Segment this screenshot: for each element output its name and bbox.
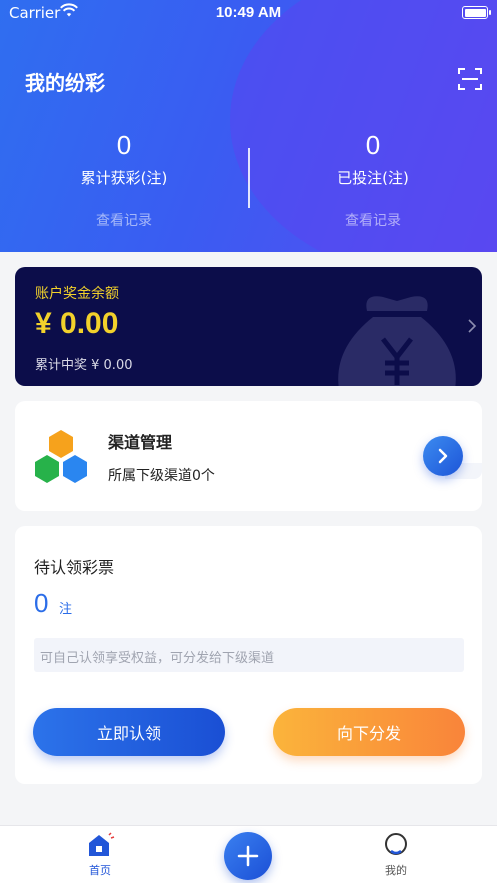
claim-button[interactable]: 立即认领 — [33, 708, 225, 756]
stat-label: 已投注(注) — [337, 169, 409, 187]
battery-icon — [462, 6, 491, 19]
page-title: 我的纷彩 — [25, 71, 105, 95]
stat-value: 0 — [365, 130, 381, 160]
pending-unit: 注 — [59, 602, 73, 617]
tab-mine-label: 我的 — [385, 864, 407, 877]
arrow-right-icon — [438, 448, 448, 464]
header: Carrier 10:49 AM 我的纷彩 0 累计获彩(注) 查看记录 0 已… — [0, 0, 497, 252]
pending-title: 待认领彩票 — [34, 558, 115, 577]
pending-count: 0 — [34, 588, 49, 618]
view-records-link[interactable]: 查看记录 — [24, 210, 224, 230]
channel-title: 渠道管理 — [108, 433, 173, 452]
user-icon — [385, 833, 407, 855]
total-winnings: 累计中奖 ¥ 0.00 — [35, 358, 133, 373]
view-records-link[interactable]: 查看记录 — [273, 210, 473, 230]
balance-title: 账户奖金余额 — [35, 286, 119, 302]
scan-icon[interactable] — [458, 67, 482, 91]
home-icon — [89, 832, 115, 856]
chevron-right-icon — [468, 319, 477, 333]
pending-tickets-card: 待认领彩票 0 注 可自己认领享受权益，可分发给下级渠道 立即认领 向下分发 — [15, 526, 482, 784]
stat-value: 0 — [116, 130, 132, 160]
money-bag-icon — [338, 296, 456, 386]
stat-label: 累计获彩(注) — [80, 169, 168, 187]
tab-home[interactable]: 首页 — [70, 832, 130, 878]
tab-home-label: 首页 — [89, 864, 111, 877]
channel-go-button[interactable] — [423, 436, 463, 476]
stat-total-won: 0 累计获彩(注) 查看记录 — [24, 130, 224, 230]
tab-mine[interactable]: 我的 — [366, 832, 426, 878]
plus-icon — [237, 845, 259, 867]
balance-amount: ¥ 0.00 — [35, 307, 119, 340]
clock: 10:49 AM — [215, 4, 282, 21]
stat-divider — [248, 148, 250, 208]
channel-management-card[interactable]: 渠道管理 所属下级渠道0个 — [15, 401, 482, 511]
pending-note: 可自己认领享受权益，可分发给下级渠道 — [34, 638, 464, 672]
hexagon-logo-icon — [35, 430, 87, 483]
distribute-button[interactable]: 向下分发 — [273, 708, 465, 756]
add-button[interactable] — [224, 832, 272, 880]
status-bar: Carrier 10:49 AM — [0, 0, 497, 26]
channel-subtitle: 所属下级渠道0个 — [108, 468, 215, 484]
balance-card[interactable]: 账户奖金余额 ¥ 0.00 累计中奖 ¥ 0.00 — [15, 267, 482, 386]
stat-total-bets: 0 已投注(注) 查看记录 — [273, 130, 473, 230]
